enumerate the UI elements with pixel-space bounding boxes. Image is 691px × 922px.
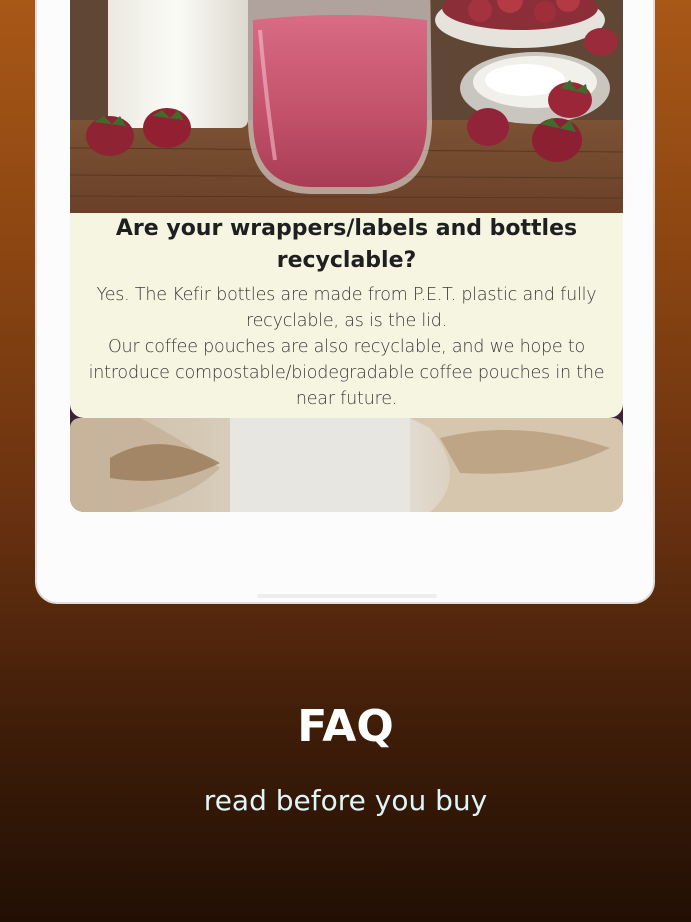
home-indicator[interactable] bbox=[257, 594, 437, 598]
kefir-smoothie-photo bbox=[70, 0, 623, 213]
faq-answer-panel: Are your wrappers/labels and bottles rec… bbox=[70, 213, 623, 418]
faq-answer-line-1: Yes. The Kefir bottles are made from P.E… bbox=[96, 285, 597, 331]
device-screen-frame: Are your wrappers/labels and bottles rec… bbox=[35, 0, 655, 604]
page-subtitle: read before you buy bbox=[203, 784, 488, 817]
faq-answer-line-2: Our coffee pouches are also recyclable, … bbox=[88, 337, 605, 409]
coffee-pouch-photo bbox=[70, 418, 623, 512]
coffee-pouch-illustration bbox=[70, 418, 623, 512]
page-title: FAQ bbox=[297, 701, 394, 752]
faq-card: Are your wrappers/labels and bottles rec… bbox=[70, 0, 623, 512]
faq-answer: Yes. The Kefir bottles are made from P.E… bbox=[72, 282, 621, 412]
faq-question: Are your wrappers/labels and bottles rec… bbox=[115, 216, 578, 273]
kefir-smoothie-illustration bbox=[70, 0, 623, 213]
